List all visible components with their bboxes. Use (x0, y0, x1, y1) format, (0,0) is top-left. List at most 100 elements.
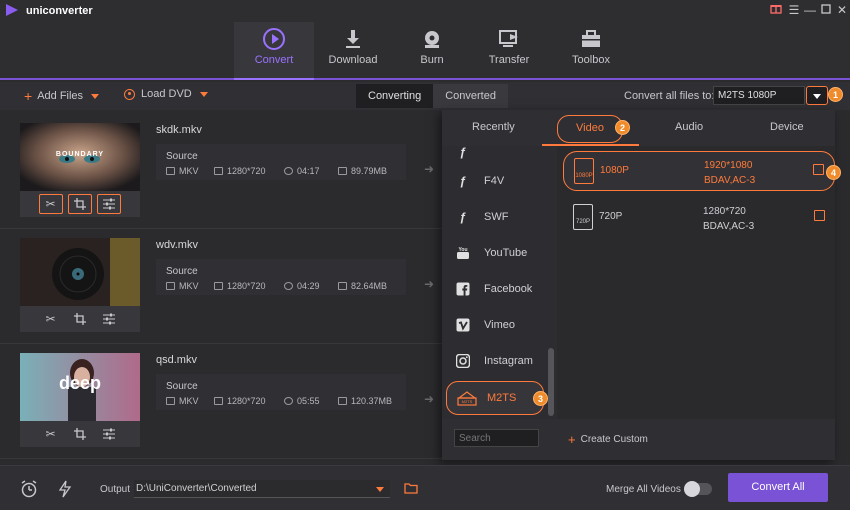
create-custom-label: Create Custom (580, 434, 648, 445)
tab-device[interactable]: Device (770, 121, 804, 133)
arrow-right-icon: ➜ (424, 392, 435, 406)
convert-all-label: Convert all files to: (624, 90, 715, 102)
load-dvd-button[interactable]: Load DVD (124, 88, 208, 100)
folder-icon[interactable] (404, 482, 418, 497)
format-label: YouTube (484, 247, 528, 259)
resolution-name: 1080P (600, 165, 629, 176)
folder-icon (338, 282, 347, 290)
file-name: wdv.mkv (156, 239, 198, 251)
source-info: Source MKV 1280*720 04:17 89.79MB (156, 144, 406, 180)
format-label: Vimeo (484, 319, 515, 331)
effects-icon[interactable] (97, 194, 122, 214)
maximize-icon[interactable] (818, 2, 834, 18)
video-thumbnail[interactable]: deep (20, 353, 140, 421)
minimize-icon[interactable]: — (802, 2, 818, 18)
tab-video[interactable]: Video (557, 115, 623, 143)
plus-icon: + (568, 432, 576, 447)
resolution-name: 720P (599, 211, 623, 222)
create-custom-button[interactable]: + Create Custom (568, 432, 648, 447)
scissors-icon[interactable]: ✂ (38, 194, 63, 214)
file-format: MKV (179, 281, 199, 291)
convert-all-button[interactable]: Convert All (728, 473, 828, 502)
format-dropdown-button[interactable] (806, 86, 828, 105)
step-badge: 2 (615, 120, 630, 135)
load-dvd-label: Load DVD (141, 88, 192, 100)
source-label: Source (166, 266, 198, 277)
output-format-select[interactable]: M2TS 1080P (713, 86, 805, 105)
status-segment: Converting Converted (356, 84, 508, 108)
format-item-f4v[interactable]: ƒ F4V (442, 163, 557, 199)
format-item-vimeo[interactable]: Vimeo (442, 307, 557, 343)
dvd-icon (124, 88, 135, 100)
crop-icon[interactable] (68, 424, 92, 444)
effects-icon[interactable] (97, 309, 121, 329)
tab-download[interactable]: Download (313, 22, 393, 78)
chevron-down-icon[interactable] (376, 487, 384, 492)
crop-icon[interactable] (67, 194, 92, 214)
effects-icon[interactable] (97, 424, 121, 444)
format-item-youtube[interactable]: You YouTube (442, 235, 557, 271)
video-thumbnail[interactable] (20, 238, 140, 306)
resolution-item-720p[interactable]: 720P 720P 1280*720 BDAV,AC-3 (563, 198, 835, 238)
edit-icon[interactable] (813, 164, 824, 175)
source-label: Source (166, 151, 198, 162)
search-input[interactable] (454, 429, 539, 447)
close-icon[interactable]: ✕ (834, 2, 850, 18)
format-icon (166, 282, 175, 290)
crop-icon[interactable] (68, 309, 92, 329)
merge-toggle-knob[interactable] (684, 481, 700, 497)
edit-tools: ✂ (20, 191, 140, 217)
file-size: 89.79MB (351, 166, 388, 176)
res-icon-text: 720P (575, 219, 590, 225)
tab-recently[interactable]: Recently (472, 121, 515, 133)
format-item-instagram[interactable]: Instagram (442, 343, 557, 379)
burn-icon (392, 24, 472, 54)
alarm-clock-icon[interactable] (20, 480, 38, 501)
tab-convert[interactable]: Convert (234, 22, 314, 80)
arrow-right-icon: ➜ (424, 277, 435, 291)
tab-burn[interactable]: Burn (392, 22, 472, 78)
format-item-facebook[interactable]: Facebook (442, 271, 557, 307)
video-thumbnail[interactable]: BOUNDARY (20, 123, 140, 191)
file-duration: 05:55 (297, 396, 320, 406)
scissors-icon[interactable]: ✂ (39, 309, 63, 329)
tab-converting[interactable]: Converting (356, 84, 434, 108)
gift-icon[interactable] (768, 2, 784, 18)
resolution-icon (214, 397, 223, 405)
edit-tools: ✂ (20, 421, 140, 447)
resolution-icon (214, 167, 223, 175)
flash-icon: ƒ (459, 210, 467, 224)
lightning-icon[interactable] (58, 480, 72, 501)
format-label: M2TS (487, 392, 517, 404)
output-label: Output (100, 484, 131, 495)
tab-label: Toolbox (572, 54, 610, 66)
output-path-field[interactable]: D:\UniConverter\Converted (134, 480, 390, 498)
format-label: F4V (484, 175, 505, 187)
tab-audio[interactable]: Audio (675, 121, 703, 133)
scissors-icon[interactable]: ✂ (39, 424, 63, 444)
chevron-down-icon[interactable] (91, 93, 100, 99)
panel-footer: + Create Custom (442, 419, 835, 460)
format-label: Facebook (484, 283, 533, 295)
format-item-swf[interactable]: ƒ SWF (442, 199, 557, 235)
arrow-right-icon: ➜ (424, 162, 435, 176)
resolution-item-1080p[interactable]: 1080P 1080P 1920*1080 BDAV,AC-3 (563, 151, 835, 191)
tab-label: Convert (254, 54, 294, 66)
add-files-button[interactable]: + Add Files (24, 88, 100, 104)
scrollbar-thumb[interactable] (548, 348, 554, 416)
clock-icon (284, 167, 293, 175)
tab-toolbox[interactable]: Toolbox (551, 22, 631, 78)
chevron-down-icon[interactable] (199, 91, 208, 97)
chevron-down-icon (813, 94, 821, 99)
video-file-icon: 1080P (574, 158, 594, 184)
tab-transfer[interactable]: Transfer (469, 22, 549, 78)
thumbnail-caption: BOUNDARY (55, 151, 105, 158)
format-item-m2ts[interactable]: M2TS M2TS (446, 381, 544, 415)
tab-converted[interactable]: Converted (433, 84, 508, 108)
tab-label: Transfer (488, 54, 530, 66)
menu-icon[interactable]: ☰ (786, 2, 802, 18)
format-label: SWF (484, 211, 509, 223)
edit-icon[interactable] (814, 210, 825, 221)
source-info: Source MKV 1280*720 04:29 82.64MB (156, 259, 406, 295)
convert-icon (234, 24, 314, 54)
